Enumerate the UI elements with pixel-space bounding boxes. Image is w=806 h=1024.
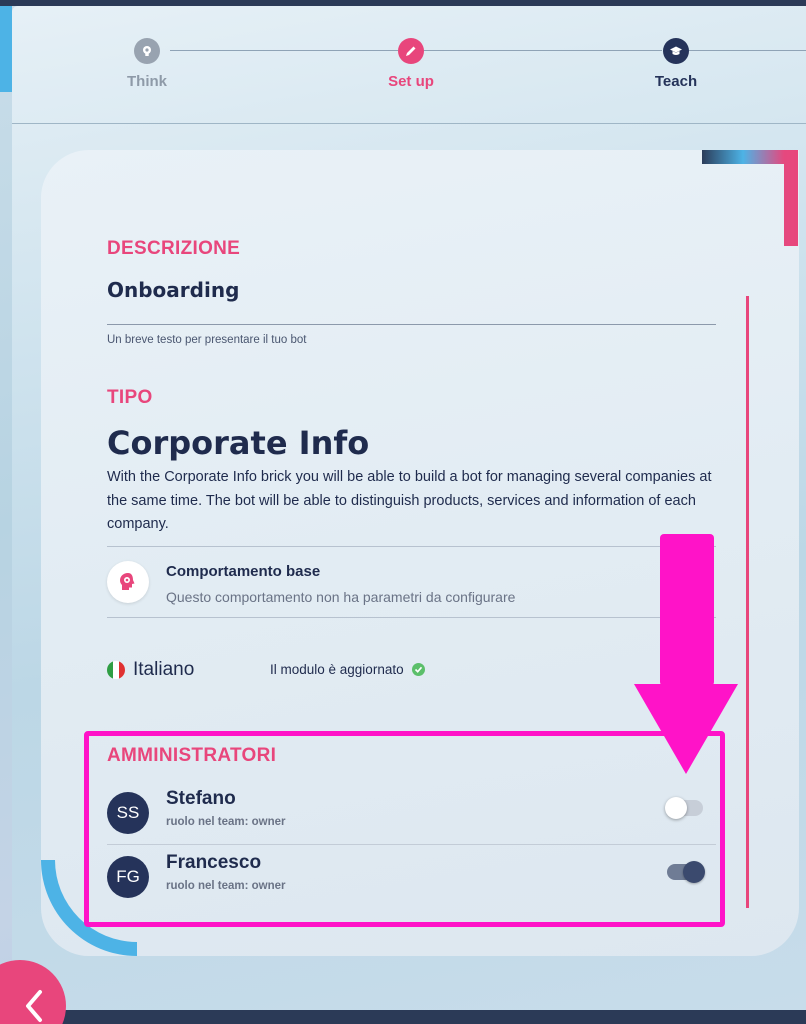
step-label: Set up xyxy=(388,73,434,90)
behavior-subtitle: Questo comportamento non ha parametri da… xyxy=(166,589,516,605)
description-underline xyxy=(107,324,716,325)
type-title: TIPO xyxy=(107,387,153,408)
step-teach[interactable]: Teach xyxy=(616,38,736,90)
step-setup[interactable]: Set up xyxy=(351,38,471,90)
lightbulb-icon xyxy=(134,38,160,64)
behavior-title: Comportamento base xyxy=(166,563,321,580)
description-title: DESCRIZIONE xyxy=(107,238,241,259)
stepper: Think Set up Teach xyxy=(12,6,806,124)
type-description: With the Corporate Info brick you will b… xyxy=(107,469,712,532)
language-label: Italiano xyxy=(133,659,195,680)
chevron-left-icon xyxy=(26,990,42,1022)
pencil-icon xyxy=(398,38,424,64)
step-label: Think xyxy=(127,73,167,90)
behavior-item[interactable]: Comportamento base Questo comportamento … xyxy=(107,546,716,618)
arrow-down-icon xyxy=(634,534,738,774)
left-accent xyxy=(0,6,12,92)
step-label: Teach xyxy=(654,73,698,90)
bottom-bar xyxy=(0,1010,806,1024)
brain-gear-icon xyxy=(107,561,149,603)
highlight-box xyxy=(84,731,725,927)
corner-decoration xyxy=(702,150,798,246)
description-helper: Un breve testo per presentare il tuo bot xyxy=(107,334,307,346)
graduation-cap-icon xyxy=(663,38,689,64)
language-row[interactable]: Italiano xyxy=(107,656,194,684)
description-input[interactable]: Onboarding xyxy=(107,278,239,302)
check-circle-icon xyxy=(411,663,425,676)
module-status-text: Il modulo è aggiornato xyxy=(270,662,404,677)
step-think[interactable]: Think xyxy=(87,38,207,90)
module-status: Il modulo è aggiornato xyxy=(270,662,425,677)
type-name: Corporate Info xyxy=(107,424,370,462)
italy-flag-icon xyxy=(107,661,125,679)
scrollbar[interactable] xyxy=(746,296,749,908)
